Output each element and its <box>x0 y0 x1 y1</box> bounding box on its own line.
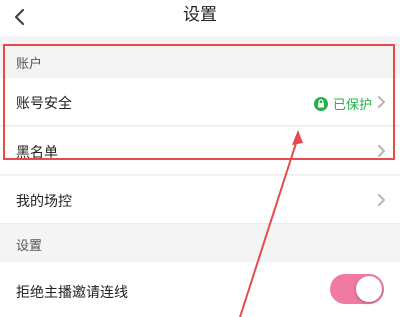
row-account-security[interactable]: 账号安全 已保护 <box>0 78 400 126</box>
toggle-knob <box>356 276 382 302</box>
chevron-right-icon <box>378 96 385 108</box>
lock-icon <box>313 96 328 111</box>
section-header-account: 账户 <box>0 46 400 76</box>
protection-status: 已保护 <box>313 94 372 113</box>
chevron-right-icon <box>378 145 385 157</box>
row-my-moderators[interactable]: 我的场控 <box>0 176 400 224</box>
row-label: 黑名单 <box>16 145 58 161</box>
section-header-settings: 设置 <box>0 226 400 260</box>
row-label: 拒绝主播邀请连线 <box>16 285 128 301</box>
row-reject-invite: 拒绝主播邀请连线 <box>0 262 400 317</box>
status-text: 已保护 <box>332 98 372 113</box>
reject-invite-toggle[interactable] <box>330 274 384 304</box>
chevron-right-icon <box>378 194 385 206</box>
page-title: 设置 <box>183 5 217 25</box>
navigation-bar: 设置 <box>0 0 400 36</box>
settings-screen: 设置 账户 账号安全 已保护 黑名单 我的场控 设置 拒绝主播邀请连线 <box>0 0 400 317</box>
row-label: 账号安全 <box>16 96 72 112</box>
row-label: 我的场控 <box>16 194 72 210</box>
section-header-label: 设置 <box>16 239 43 254</box>
section-header-label: 账户 <box>16 57 43 72</box>
row-blacklist[interactable]: 黑名单 <box>0 127 400 175</box>
